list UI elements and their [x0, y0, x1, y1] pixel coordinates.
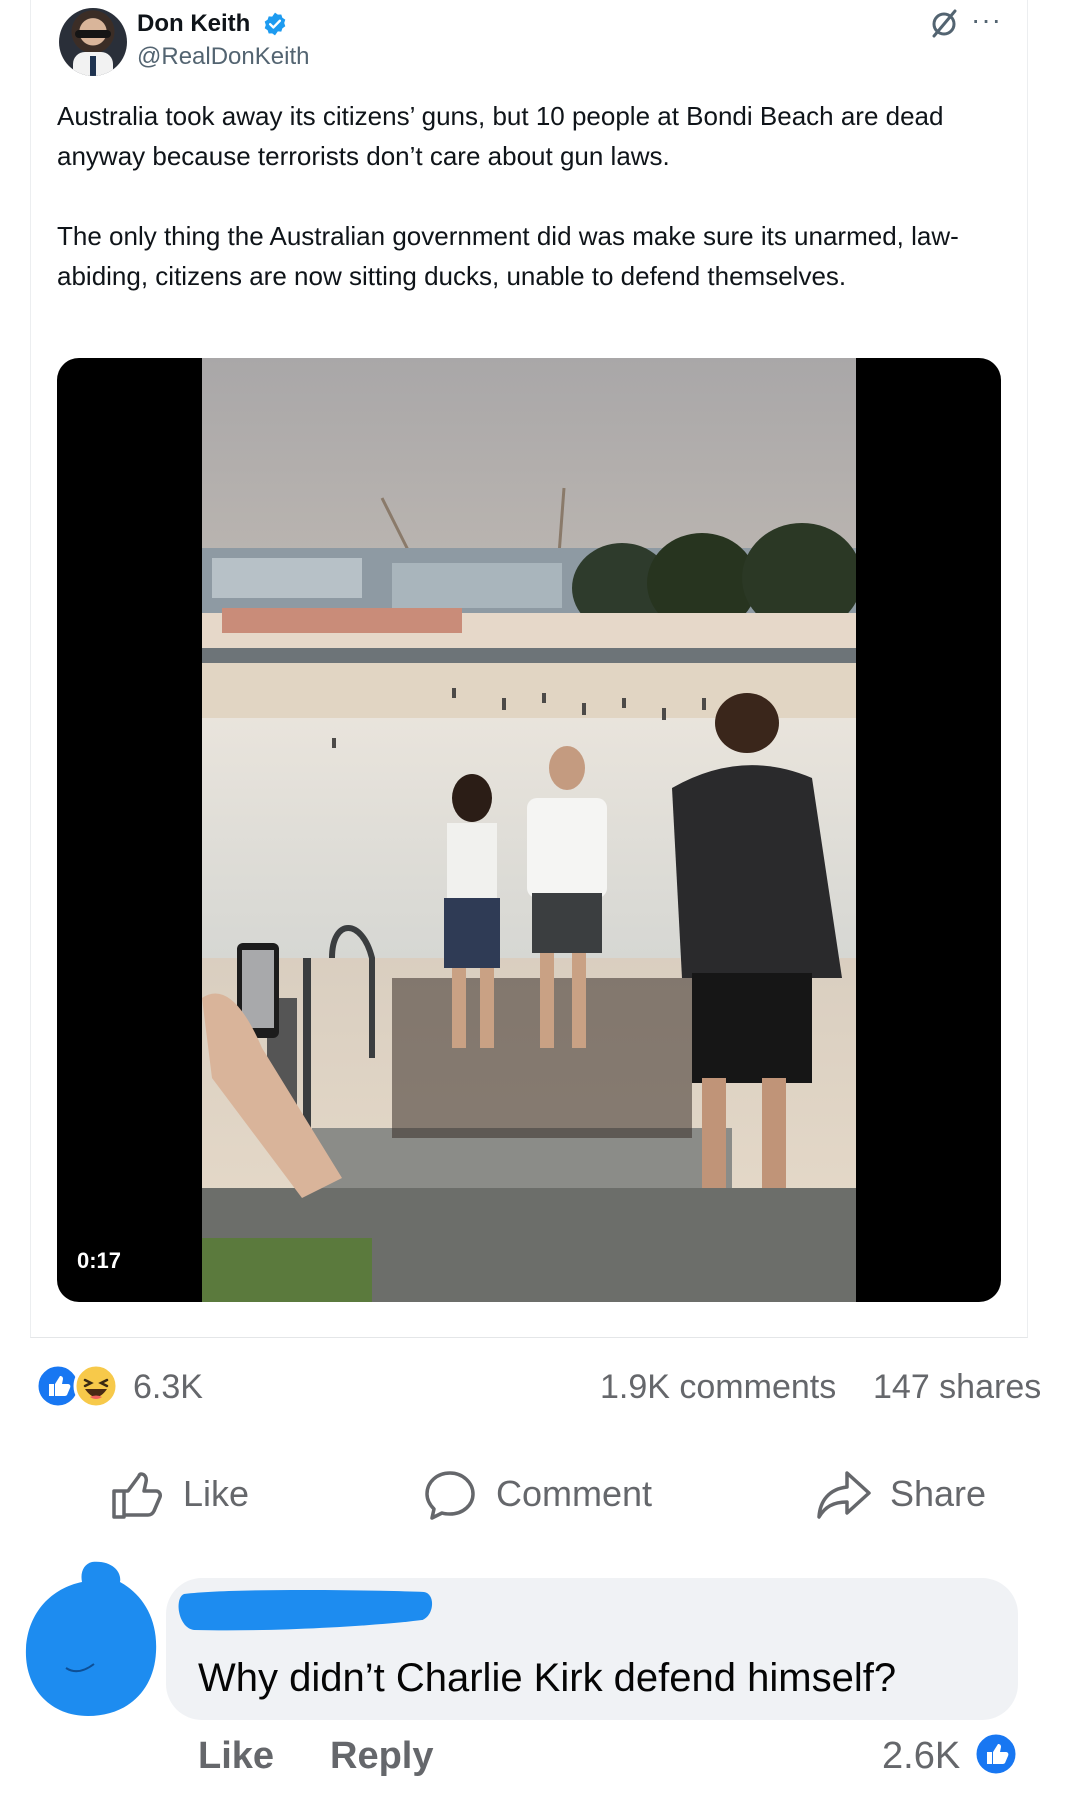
share-label: Share: [890, 1473, 987, 1514]
author-avatar[interactable]: [59, 8, 127, 76]
thumbs-up-icon: [112, 1472, 162, 1519]
comment-like-button[interactable]: Like: [198, 1735, 274, 1778]
author-name[interactable]: Don Keith: [137, 10, 250, 38]
embedded-tweet: Don Keith @RealDonKeith ··· Australia to…: [30, 0, 1028, 1338]
comments-count[interactable]: 1.9K comments: [600, 1368, 836, 1407]
verified-badge-icon: [264, 12, 286, 36]
comment-reply-button[interactable]: Reply: [330, 1735, 433, 1778]
share-arrow-icon: [817, 1471, 871, 1519]
tweet-paragraph-1: Australia took away its citizens’ guns, …: [57, 101, 944, 171]
author-handle[interactable]: @RealDonKeith: [137, 43, 309, 71]
more-options-icon[interactable]: ···: [971, 4, 1002, 36]
avatar-tie: [90, 56, 96, 76]
comment-like-count[interactable]: 2.6K: [882, 1735, 960, 1778]
avatar-glasses: [75, 30, 111, 38]
tweet-video[interactable]: 0:17: [57, 358, 1001, 1302]
reaction-count: 6.3K: [133, 1368, 203, 1406]
shares-count[interactable]: 147 shares: [873, 1368, 1041, 1407]
commenter-avatar-redacted[interactable]: [22, 1560, 158, 1718]
speech-bubble-icon: [425, 1471, 475, 1520]
comment-bubble[interactable]: Why didn’t Charlie Kirk defend himself?: [166, 1578, 1018, 1720]
haha-reaction-icon: [73, 1363, 119, 1409]
commenter-name-redacted: [178, 1590, 433, 1631]
video-frame: [202, 358, 856, 1302]
video-duration: 0:17: [77, 1248, 122, 1273]
comment-like-reaction-icon: [973, 1731, 1019, 1777]
comment-text: Why didn’t Charlie Kirk defend himself?: [198, 1656, 897, 1700]
grok-icon[interactable]: [928, 7, 960, 39]
like-label: Like: [183, 1473, 250, 1514]
tweet-paragraph-2: The only thing the Australian government…: [57, 221, 959, 291]
comment-label: Comment: [496, 1473, 653, 1514]
